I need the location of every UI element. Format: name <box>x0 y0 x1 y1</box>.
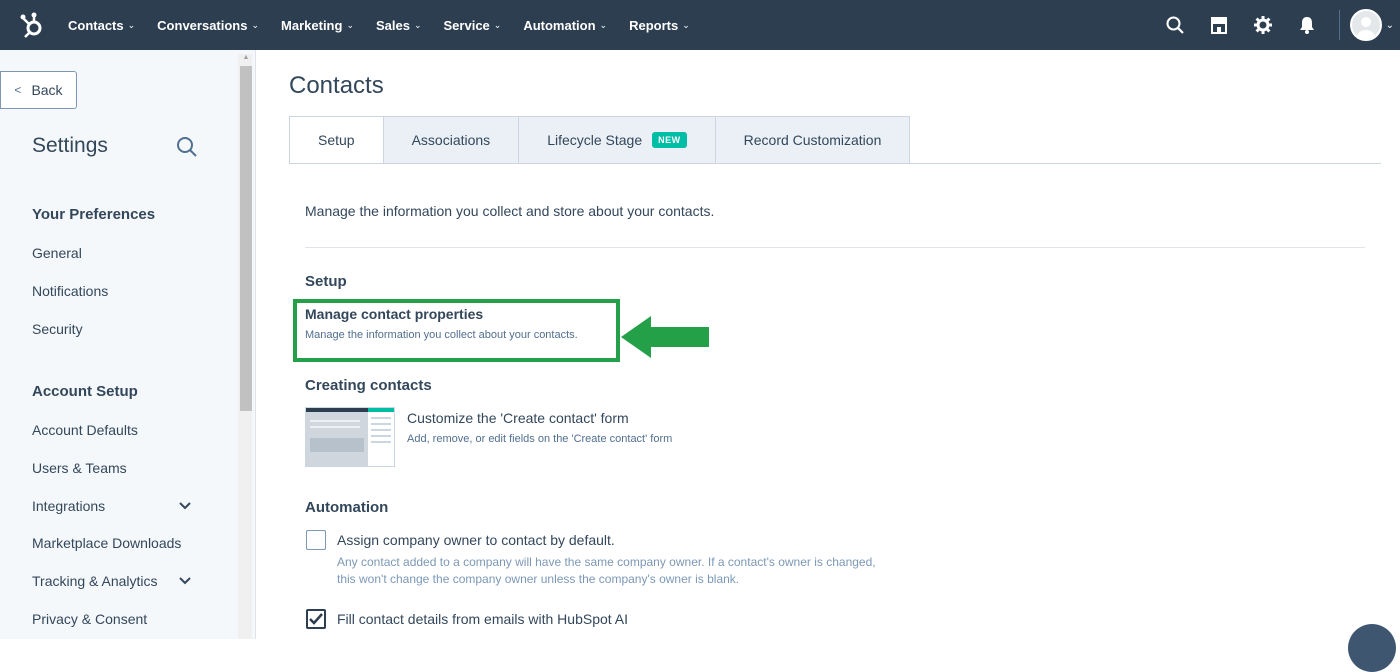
nav-sales[interactable]: Sales ⌄ <box>376 18 422 33</box>
sidebar-item-marketplace-downloads[interactable]: Marketplace Downloads <box>32 535 181 551</box>
nav-divider <box>1338 10 1340 40</box>
checkmark-icon <box>309 613 323 625</box>
sidebar-item-notifications[interactable]: Notifications <box>32 283 108 299</box>
assign-owner-checkbox[interactable] <box>306 530 326 550</box>
search-icon[interactable] <box>1153 0 1197 50</box>
arrow-left-icon <box>621 316 711 358</box>
sidebar-scroll-thumb[interactable] <box>240 66 252 411</box>
sidebar-item-account-defaults[interactable]: Account Defaults <box>32 422 138 438</box>
main-content: Contacts Setup Associations Lifecycle St… <box>257 50 1400 639</box>
sidebar-item-privacy-consent[interactable]: Privacy & Consent <box>32 611 147 627</box>
create-form-thumbnail[interactable] <box>305 407 395 467</box>
sidebar-title: Settings <box>32 134 108 157</box>
tab-record-customization[interactable]: Record Customization <box>714 116 911 164</box>
chevron-down-icon: ⌄ <box>127 19 136 30</box>
chevron-down-icon: ⌄ <box>413 19 422 30</box>
tab-associations[interactable]: Associations <box>382 116 520 164</box>
back-button[interactable]: < Back <box>0 71 77 109</box>
chevron-down-icon[interactable] <box>178 499 192 513</box>
chevron-down-icon: ⌄ <box>682 19 690 30</box>
nav-conversations[interactable]: Conversations ⌄ <box>157 18 259 33</box>
assign-owner-label: Assign company owner to contact by defau… <box>337 532 615 548</box>
search-icon[interactable] <box>176 136 198 158</box>
nav-service[interactable]: Service ⌄ <box>444 18 502 33</box>
section-heading-your-preferences: Your Preferences <box>32 206 156 223</box>
assign-owner-help: Any contact added to a company will have… <box>337 555 876 586</box>
fill-contact-details-label: Fill contact details from emails with Hu… <box>337 611 629 627</box>
nav-contacts[interactable]: Contacts ⌄ <box>68 18 135 33</box>
tab-lifecycle-stage[interactable]: Lifecycle Stage NEW <box>518 116 716 164</box>
settings-sidebar: < Back Settings Your Preferences General… <box>0 50 256 639</box>
tab-bar: Setup Associations Lifecycle Stage NEW Re… <box>289 116 911 164</box>
nav-reports[interactable]: Reports ⌄ <box>629 18 690 33</box>
page-title: Contacts <box>289 72 384 99</box>
creating-contacts-heading: Creating contacts <box>305 377 432 394</box>
chevron-down-icon[interactable] <box>178 574 192 588</box>
chat-launcher-button[interactable] <box>1348 624 1396 672</box>
chevron-down-icon[interactable]: ⌄ <box>1386 20 1394 31</box>
sidebar-item-users-teams[interactable]: Users & Teams <box>32 460 127 476</box>
customize-create-contact-form-desc: Add, remove, or edit fields on the 'Crea… <box>407 433 673 445</box>
nav-marketing[interactable]: Marketing ⌄ <box>281 18 354 33</box>
tab-setup[interactable]: Setup <box>289 116 384 164</box>
sidebar-item-tracking-analytics[interactable]: Tracking & Analytics <box>32 573 158 589</box>
divider <box>305 247 1365 248</box>
chevron-down-icon: ⌄ <box>493 19 502 30</box>
avatar[interactable] <box>1349 9 1382 41</box>
nav-automation[interactable]: Automation ⌄ <box>523 18 607 33</box>
intro-text: Manage the information you collect and s… <box>305 203 715 219</box>
marketplace-icon[interactable] <box>1197 0 1241 50</box>
setup-heading: Setup <box>305 273 347 290</box>
chevron-down-icon: ⌄ <box>599 19 608 30</box>
automation-heading: Automation <box>305 499 389 516</box>
sidebar-item-general[interactable]: General <box>32 245 82 261</box>
fill-contact-details-checkbox[interactable] <box>306 609 326 629</box>
chevron-left-icon: < <box>14 83 22 97</box>
chevron-down-icon: ⌄ <box>346 19 354 30</box>
section-heading-account-setup: Account Setup <box>32 383 138 400</box>
back-label: Back <box>31 82 63 98</box>
bell-icon[interactable] <box>1285 0 1329 50</box>
chevron-down-icon: ⌄ <box>251 19 260 30</box>
gear-icon[interactable] <box>1241 0 1285 50</box>
new-badge: NEW <box>652 132 687 148</box>
customize-create-contact-form-link[interactable]: Customize the 'Create contact' form <box>407 410 629 426</box>
manage-contact-properties-desc: Manage the information you collect about… <box>305 329 578 341</box>
hubspot-logo-icon[interactable] <box>8 0 56 50</box>
sidebar-item-integrations[interactable]: Integrations <box>32 498 105 514</box>
manage-contact-properties-link[interactable]: Manage contact properties <box>305 306 483 322</box>
scroll-up-icon[interactable]: ▲ <box>240 54 252 64</box>
sidebar-item-security[interactable]: Security <box>32 321 83 337</box>
tab-underline <box>289 163 1381 164</box>
top-nav: Contacts ⌄ Conversations ⌄ Marketing ⌄ Sale… <box>0 0 1400 50</box>
